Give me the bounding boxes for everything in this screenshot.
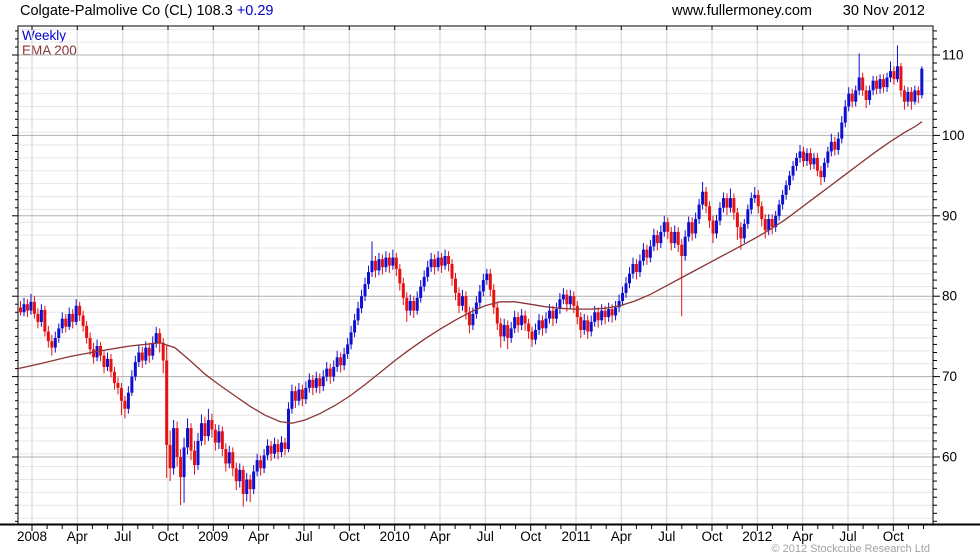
gridlines-major-horizontal [18,54,933,458]
svg-text:80: 80 [942,289,957,304]
gridlines-vertical [31,26,894,524]
svg-text:Oct: Oct [883,529,904,544]
svg-text:Jul: Jul [839,529,856,544]
svg-text:2009: 2009 [198,529,228,544]
chart-window: Colgate-Palmolive Co (CL) 108.3 +0.29 ww… [0,0,980,560]
svg-text:2010: 2010 [380,529,410,544]
svg-text:Oct: Oct [520,529,541,544]
svg-text:Oct: Oct [157,529,178,544]
svg-text:Apr: Apr [792,529,814,544]
svg-text:110: 110 [942,48,964,63]
svg-text:2011: 2011 [561,529,590,544]
svg-text:Apr: Apr [67,529,89,544]
svg-text:Jul: Jul [658,529,675,544]
candlesticks [19,45,924,507]
svg-text:Apr: Apr [248,529,270,544]
price-chart: 60 70 80 90 100 110 2008 Apr Jul Oct 2009 Apr Jul Oct… [0,25,980,544]
svg-text:60: 60 [942,450,957,465]
svg-text:Jul: Jul [477,529,494,544]
svg-text:90: 90 [942,208,957,223]
copyright-notice: © 2012 Stockcube Research Ltd [771,543,930,555]
ema-200-line [17,121,923,424]
svg-text:Oct: Oct [701,529,722,544]
svg-text:2012: 2012 [742,529,772,544]
gridlines-minor-horizontal [18,28,933,519]
svg-text:Jul: Jul [114,529,131,544]
axis-ticks [12,26,940,531]
svg-text:Oct: Oct [339,529,360,544]
svg-text:2008: 2008 [17,529,47,544]
x-axis-labels: 2008 Apr Jul Oct 2009 Apr Jul Oct 2010 Apr Jul Oct 2… [17,529,904,544]
svg-text:Jul: Jul [295,529,312,544]
svg-text:Apr: Apr [611,529,633,544]
svg-text:Apr: Apr [429,529,451,544]
y-axis-labels: 60 70 80 90 100 110 [942,48,965,465]
svg-text:100: 100 [942,128,965,143]
svg-text:70: 70 [942,369,957,384]
